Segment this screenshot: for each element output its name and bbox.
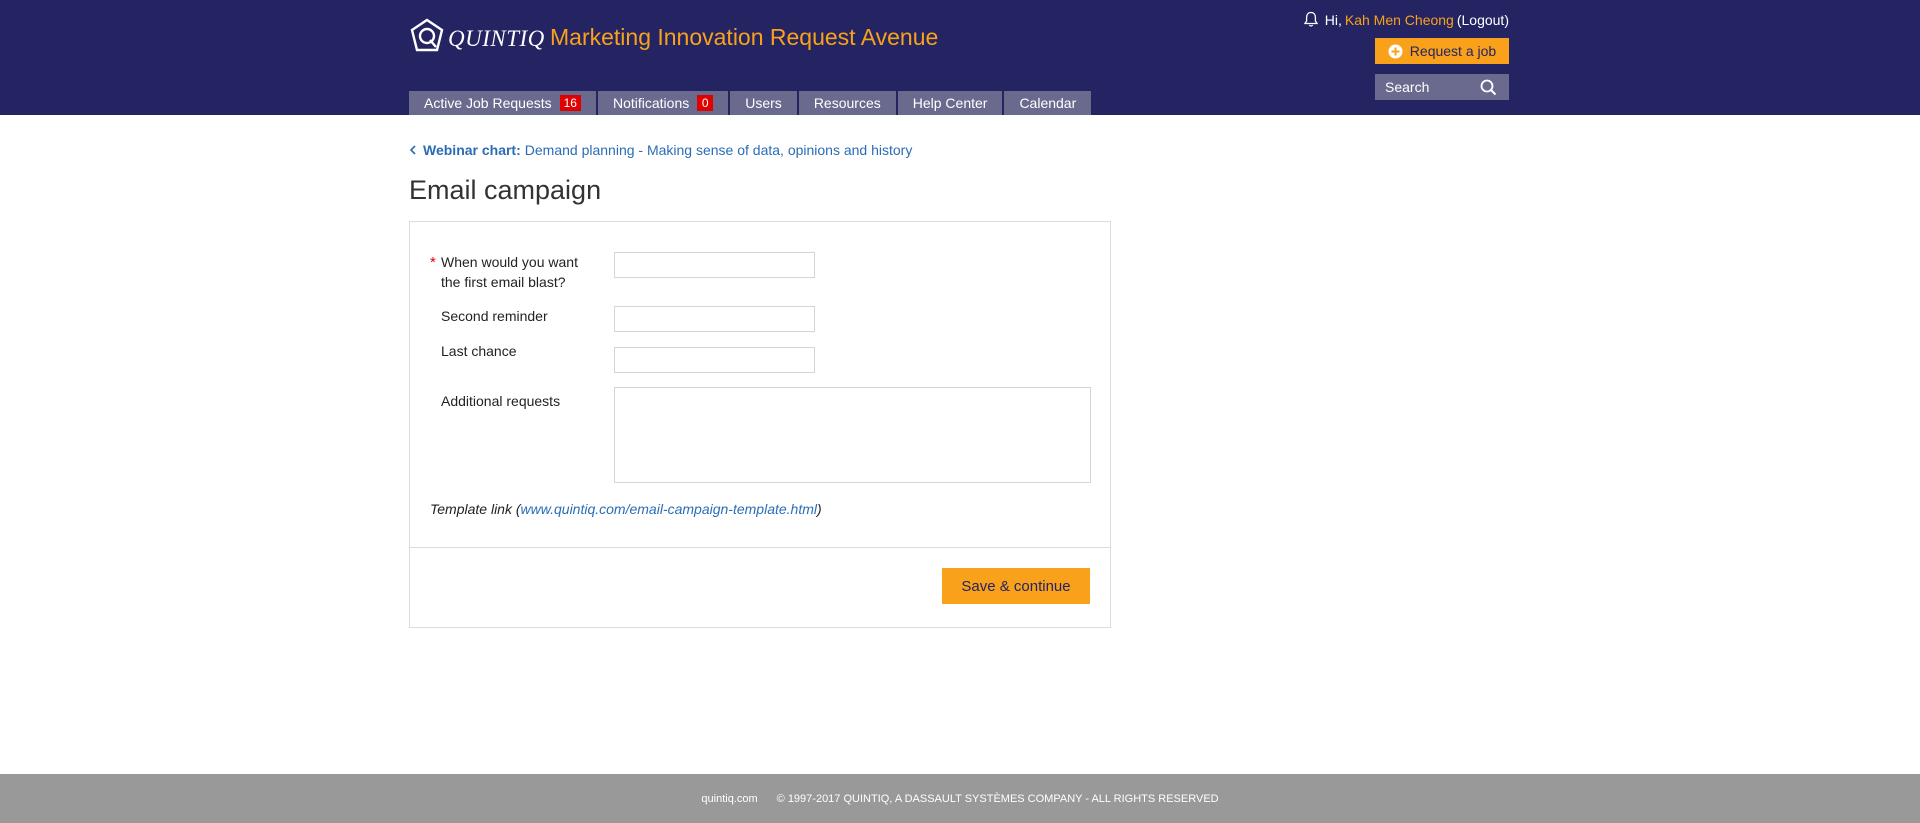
first-blast-date-field[interactable] <box>614 252 815 278</box>
last-chance-label: Last chance <box>441 343 517 359</box>
quintiq-logo[interactable]: QUINTIQ <box>409 18 545 54</box>
request-job-button[interactable]: Request a job <box>1375 38 1509 64</box>
tab-users[interactable]: Users <box>730 91 797 115</box>
top-header: QUINTIQ Marketing Innovation Request Ave… <box>0 0 1920 115</box>
tab-label: Resources <box>813 95 881 111</box>
tab-label: Calendar <box>1019 95 1077 111</box>
logo-text: QUINTIQ <box>448 26 545 51</box>
tab-active-job-requests[interactable]: Active Job Requests 16 <box>409 91 596 115</box>
main-nav: Active Job Requests 16 Notifications 0 U… <box>409 91 1093 115</box>
tab-label: Help Center <box>912 95 988 111</box>
breadcrumb[interactable]: Webinar chart: Demand planning - Making … <box>409 142 912 158</box>
breadcrumb-parent-title: Demand planning - Making sense of data, … <box>524 142 913 158</box>
tab-notifications[interactable]: Notifications 0 <box>597 91 729 115</box>
additional-requests-textarea[interactable] <box>614 387 1091 483</box>
logout-link[interactable]: (Logout) <box>1457 12 1509 28</box>
tab-label: Users <box>745 95 782 111</box>
user-bar: Hi, Kah Men Cheong (Logout) <box>1303 11 1509 28</box>
first-blast-label-line1: When would you want <box>441 254 578 270</box>
second-reminder-label: Second reminder <box>441 308 548 324</box>
additional-requests-label: Additional requests <box>441 393 561 409</box>
greeting-text: Hi, <box>1324 11 1342 28</box>
save-continue-button[interactable]: Save & continue <box>942 568 1090 604</box>
required-marker: * <box>430 254 436 271</box>
app-title: Marketing Innovation Request Avenue <box>550 24 939 50</box>
tab-label: Notifications <box>612 95 690 111</box>
tab-label: Active Job Requests <box>424 95 552 111</box>
first-blast-label-line2: the first email blast? <box>441 274 566 290</box>
breadcrumb-parent-label: Webinar chart: <box>423 142 521 158</box>
search-box <box>1375 74 1509 100</box>
search-input[interactable] <box>1385 79 1485 95</box>
tab-resources[interactable]: Resources <box>798 91 896 115</box>
footer-site-link[interactable]: quintiq.com <box>701 793 757 805</box>
bell-icon[interactable] <box>1303 11 1319 28</box>
quintiq-logo-icon <box>410 18 444 52</box>
email-campaign-form: * When would you want the first email bl… <box>409 221 1111 628</box>
request-job-label: Request a job <box>1409 43 1497 59</box>
last-chance-field[interactable] <box>614 347 815 373</box>
count-badge: 0 <box>697 95 714 111</box>
template-close-paren: ) <box>817 501 822 517</box>
template-link-line: Template link (www.quintiq.com/email-cam… <box>430 501 822 517</box>
plus-circle-icon <box>1388 44 1403 58</box>
tab-help-center[interactable]: Help Center <box>897 91 1003 115</box>
template-link[interactable]: www.quintiq.com/email-campaign-template.… <box>521 501 817 517</box>
page-footer: quintiq.com © 1997-2017 QUINTIQ, A DASSA… <box>0 774 1920 823</box>
form-divider <box>410 547 1110 548</box>
footer-copyright: © 1997-2017 QUINTIQ, A DASSAULT SYSTÈMES… <box>776 792 1219 805</box>
page-title: Email campaign <box>409 175 602 205</box>
search-icon[interactable] <box>1480 79 1497 96</box>
second-reminder-field[interactable] <box>614 306 815 332</box>
chevron-left-icon <box>409 145 416 155</box>
user-name-link[interactable]: Kah Men Cheong <box>1345 12 1454 28</box>
tab-calendar[interactable]: Calendar <box>1004 91 1092 115</box>
count-badge: 16 <box>559 95 581 111</box>
template-link-label: Template link <box>430 501 512 517</box>
first-blast-label: When would you want the first email blas… <box>441 252 578 292</box>
